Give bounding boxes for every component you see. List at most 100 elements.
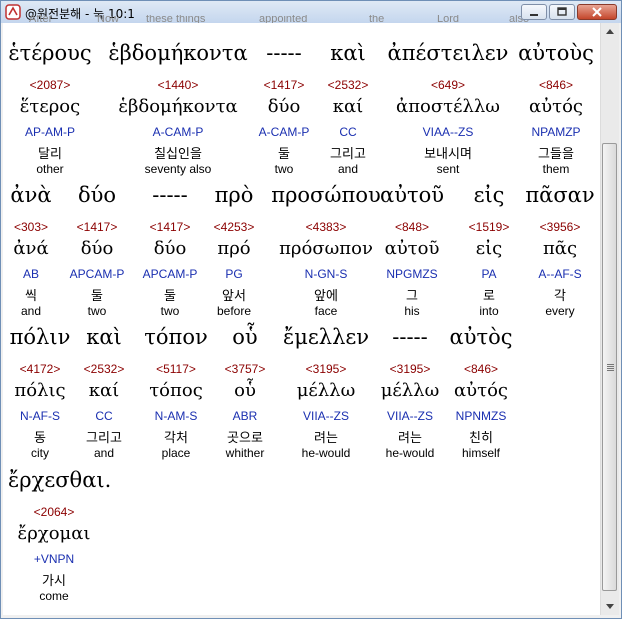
strong-number: <846> [463,362,499,376]
minimize-button[interactable] [521,4,547,20]
morphology-code: +VNPN [33,552,75,566]
close-button[interactable] [577,4,617,20]
up-arrow-icon [606,29,614,34]
greek-word: ἑτέρους [8,41,92,65]
english-gloss: them [542,162,570,176]
korean-gloss: 앞에 [314,289,338,304]
strong-number: <4172> [19,362,61,376]
down-arrow-icon [606,604,614,609]
greek-word: προσώπου [271,183,381,207]
morphology-code: APCAM-P [69,267,125,281]
english-gloss: two [160,304,180,318]
strong-number: <3195> [389,362,431,376]
lemma-word: καί [88,380,120,401]
greek-word: πᾶσαν [525,183,595,207]
lemma-word: ἀνά [13,238,49,259]
greek-word: καὶ [86,325,122,349]
app-icon [5,4,21,20]
korean-gloss: 각처 [164,431,188,446]
morphology-code: N-AF-S [20,409,60,423]
maximize-icon [557,7,567,16]
morphology-code: PG [225,267,243,281]
strong-number: <1417> [149,220,191,234]
english-gloss: two [87,304,107,318]
greek-word: δύο [77,183,117,207]
greek-word: τόπον [144,325,208,349]
maximize-button[interactable] [549,4,575,20]
lemma-word: ἀποστέλλω [396,96,500,117]
morphology-code: PA [481,267,497,281]
morphology-code: VIIA--ZS [386,409,434,423]
title-bar[interactable]: @원전분해 - 눅 10:1 After Now these things ap… [1,1,621,25]
greek-word: πρὸ [214,183,254,207]
english-gloss: place [161,446,191,460]
lemma-word: αὐτός [454,380,508,401]
strong-number: <1440> [157,78,199,92]
strong-number: <2532> [83,362,125,376]
english-gloss: he-would [301,446,351,460]
english-gloss: and [337,162,359,176]
strong-number: <1417> [76,220,118,234]
lemma-word: πρό [217,238,251,259]
lemma-word: καί [332,96,364,117]
strong-number: <3195> [305,362,347,376]
lemma-word: ἔρχομαι [17,523,91,544]
strong-number: <2532> [327,78,369,92]
strong-number: <3956> [539,220,581,234]
morphology-code: NPNMZS [455,409,507,423]
morphology-code: APCAM-P [142,267,198,281]
english-gloss: himself [461,446,501,460]
strong-number: <2087> [29,78,71,92]
morphology-code: ABR [232,409,258,423]
scroll-up-button[interactable] [601,23,619,40]
morphology-code: NPAMZP [531,125,581,139]
vertical-scrollbar[interactable] [600,23,619,615]
scroll-down-button[interactable] [601,598,619,615]
korean-gloss: 달리 [38,147,62,162]
strong-number: <4383> [305,220,347,234]
korean-gloss: 로 [483,289,495,304]
morphology-code: CC [339,125,357,139]
english-gloss: seventy also [144,162,212,176]
morphology-code: CC [95,409,113,423]
lemma-word: μέλλω [296,380,356,401]
english-gloss: sent [436,162,460,176]
english-gloss: whither [225,446,265,460]
korean-gloss: 그리고 [86,431,122,446]
english-gloss: city [31,446,49,460]
korean-gloss: 보내시며 [424,147,472,162]
greek-word: αὐτοὺς [518,41,594,65]
greek-word: ----- [392,325,428,349]
lemma-word: οὗ [234,380,256,401]
english-gloss: and [20,304,42,318]
korean-gloss: 려는 [398,431,422,446]
lemma-word: ἕτερος [19,96,81,117]
morphology-code: A-CAM-P [152,125,204,139]
greek-word: ἔρχεσθαι. [8,468,112,492]
korean-gloss: 둘 [164,289,176,304]
korean-gloss: 그 [406,289,418,304]
morphology-code: A-CAM-P [258,125,310,139]
morphology-code: VIIA--ZS [302,409,350,423]
morphology-code: N-AM-S [154,409,198,423]
strong-number: <1417> [263,78,305,92]
morphology-code: AP-AM-P [24,125,76,139]
korean-gloss: 려는 [314,431,338,446]
greek-word: ἑβδομήκοντα [108,41,248,65]
scroll-thumb[interactable] [602,143,617,591]
strong-number: <303> [13,220,49,234]
korean-gloss: 그리고 [330,147,366,162]
korean-gloss: 친히 [469,431,493,446]
lemma-word: τόπος [149,380,203,401]
strong-number: <649> [430,78,466,92]
greek-word: ἔμελλεν [282,325,370,349]
korean-gloss: 씩 [25,289,37,304]
strong-number: <2064> [33,505,75,519]
english-gloss: before [216,304,252,318]
strong-number: <848> [394,220,430,234]
strong-number: <4253> [213,220,255,234]
morphology-code: A--AF-S [538,267,582,281]
korean-gloss: 둘 [91,289,103,304]
minimize-icon [530,14,538,16]
korean-gloss: 곳으로 [227,431,263,446]
